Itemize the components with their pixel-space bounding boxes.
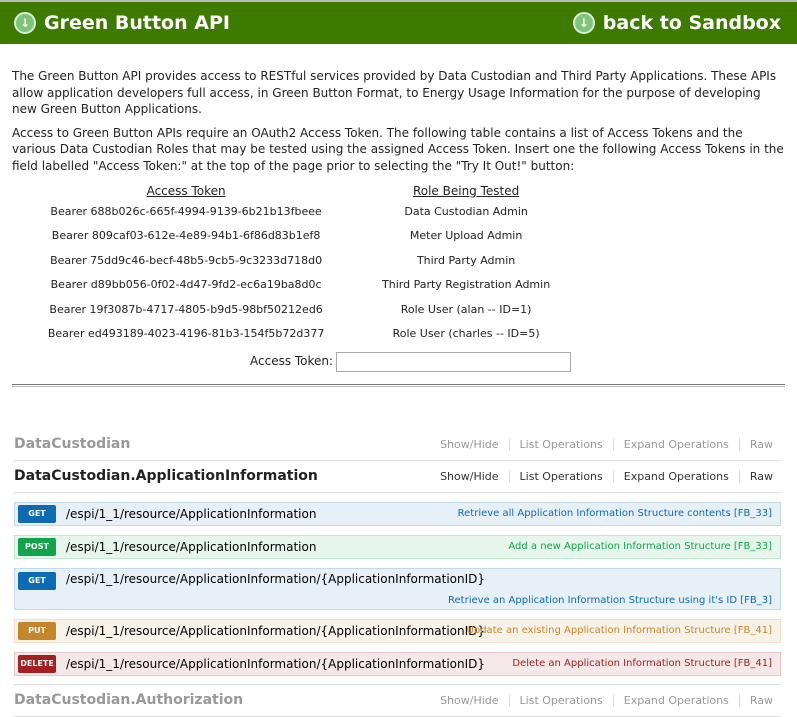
- show-hide-link[interactable]: Show/Hide: [430, 469, 510, 483]
- endpoint-path[interactable]: /espi/1_1/resource/ApplicationInformatio…: [66, 540, 316, 554]
- resource-name[interactable]: DataCustodian: [14, 436, 130, 452]
- expand-operations-link[interactable]: Expand Operations: [614, 437, 740, 451]
- role-cell: Role User (charles -- ID=5): [392, 327, 540, 340]
- http-method-badge[interactable]: GET: [18, 504, 56, 523]
- raw-link[interactable]: Raw: [740, 470, 781, 483]
- show-hide-link[interactable]: Show/Hide: [430, 693, 510, 707]
- role-cell: Third Party Registration Admin: [382, 278, 551, 291]
- table-row: Bearer 688b026c-665f-4994-9139-6b21b13fb…: [12, 200, 572, 225]
- access-token-input[interactable]: [336, 351, 572, 372]
- endpoint-path[interactable]: /espi/1_1/resource/ApplicationInformatio…: [66, 624, 485, 638]
- show-hide-link[interactable]: Show/Hide: [430, 437, 510, 451]
- operation-post[interactable]: POST/espi/1_1/resource/ApplicationInform…: [14, 534, 781, 559]
- intro-paragraph: The Green Button API provides access to …: [12, 69, 777, 116]
- resource-name[interactable]: DataCustodian.Authorization: [14, 692, 243, 708]
- role-cell: Role User (alan -- ID=1): [400, 302, 532, 316]
- list-operations-link[interactable]: List Operations: [510, 437, 614, 451]
- list-operations-link[interactable]: List Operations: [510, 693, 614, 707]
- intro: The Green Button API provides access to …: [0, 44, 797, 372]
- http-method-badge[interactable]: POST: [18, 537, 56, 556]
- role-cell: Third Party Admin: [416, 253, 516, 267]
- column-header: Role Being Tested: [412, 184, 520, 198]
- back-to-sandbox-link[interactable]: ↓ back to Sandbox: [572, 12, 781, 34]
- intro-paragraph: Access to Green Button APIs require an O…: [12, 125, 784, 173]
- operation-summary[interactable]: Retrieve all Application Information Str…: [458, 508, 772, 519]
- endpoint-path[interactable]: /espi/1_1/resource/ApplicationInformatio…: [66, 657, 485, 671]
- resource-header: DataCustodian.Authorization Show/Hide List…: [14, 685, 781, 717]
- expand-operations-link[interactable]: Expand Operations: [614, 469, 740, 483]
- divider: [12, 383, 785, 387]
- token-table: Access Token Role Being Tested Bearer 688…: [12, 181, 572, 347]
- table-row: Bearer 809caf03-612e-4e89-94b1-6f86d83b1…: [12, 224, 572, 249]
- token-cell: Bearer d89bb056-0f02-4d47-9fd2-ec6a19ba8…: [50, 278, 322, 291]
- operation-summary[interactable]: Update an existing Application Informati…: [467, 625, 772, 636]
- operation-put[interactable]: PUT/espi/1_1/resource/ApplicationInforma…: [14, 618, 781, 643]
- operation-summary[interactable]: Retrieve an Application Information Stru…: [448, 595, 772, 606]
- resource-name[interactable]: DataCustodian.ApplicationInformation: [14, 468, 318, 484]
- table-row: Bearer 75dd9c46-becf-48b5-9cb5-9c3233d71…: [12, 249, 572, 274]
- operation-delete[interactable]: DELETE/espi/1_1/resource/ApplicationInfo…: [14, 651, 781, 676]
- endpoint-path[interactable]: /espi/1_1/resource/ApplicationInformatio…: [66, 572, 485, 586]
- token-cell: Bearer 809caf03-612e-4e89-94b1-6f86d83b1…: [51, 229, 321, 242]
- token-cell: Bearer 75dd9c46-becf-48b5-9cb5-9c3233d71…: [50, 253, 323, 267]
- access-token-label: Access Token:: [250, 354, 334, 369]
- http-method-badge[interactable]: DELETE: [18, 654, 56, 673]
- resource-header: DataCustodian.ApplicationInformation Show…: [14, 461, 781, 493]
- raw-link[interactable]: Raw: [740, 694, 781, 707]
- app-title: Green Button API: [44, 12, 230, 34]
- table-row: Bearer 19f3087b-4717-4805-b9d5-98bf50212…: [12, 298, 572, 323]
- token-cell: Bearer ed493189-4023-4196-81b3-154f5b72d…: [47, 327, 325, 340]
- resource-header: DataCustodian Show/Hide List Operations Exp…: [14, 429, 781, 461]
- column-header: Access Token: [146, 184, 226, 198]
- operation-get[interactable]: GET/espi/1_1/resource/ApplicationInforma…: [14, 501, 781, 526]
- home-link[interactable]: ↓ Green Button API: [14, 12, 230, 34]
- raw-link[interactable]: Raw: [740, 438, 781, 451]
- http-method-badge[interactable]: PUT: [18, 621, 56, 640]
- download-icon: ↓: [14, 12, 36, 34]
- http-method-badge[interactable]: GET: [18, 571, 56, 590]
- operation-get[interactable]: GET/espi/1_1/resource/ApplicationInforma…: [14, 567, 781, 610]
- endpoint-path[interactable]: /espi/1_1/resource/ApplicationInformatio…: [66, 507, 316, 521]
- token-cell: Bearer 19f3087b-4717-4805-b9d5-98bf50212…: [49, 302, 323, 316]
- expand-operations-link[interactable]: Expand Operations: [614, 693, 740, 707]
- role-cell: Meter Upload Admin: [409, 229, 523, 242]
- table-row: Bearer ed493189-4023-4196-81b3-154f5b72d…: [12, 322, 572, 347]
- token-cell: Bearer 688b026c-665f-4994-9139-6b21b13fb…: [50, 204, 322, 218]
- list-operations-link[interactable]: List Operations: [510, 469, 614, 483]
- header: ↓ Green Button API ↓ back to Sandbox: [0, 0, 797, 44]
- table-row: Bearer d89bb056-0f02-4d47-9fd2-ec6a19ba8…: [12, 273, 572, 298]
- role-cell: Data Custodian Admin: [404, 204, 528, 218]
- download-icon: ↓: [572, 12, 595, 34]
- operation-summary[interactable]: Add a new Application Information Struct…: [508, 541, 772, 552]
- operation-summary[interactable]: Delete an Application Information Struct…: [512, 658, 772, 669]
